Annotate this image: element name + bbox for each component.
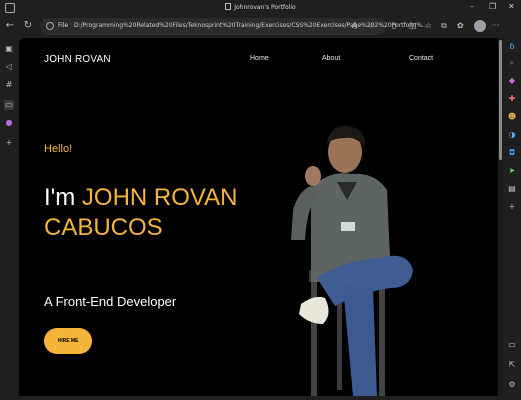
audio-tab-icon[interactable]: ◁ xyxy=(4,62,14,72)
favorite-star-icon[interactable]: ☆ xyxy=(368,21,375,30)
shopping-icon[interactable]: ◆ xyxy=(507,76,517,86)
m365-icon[interactable]: ◑ xyxy=(507,130,517,140)
hide-sidebar-icon[interactable]: ▭ xyxy=(507,340,517,350)
close-icon[interactable]: ✕ xyxy=(508,2,515,11)
split-screen-icon[interactable]: ▯ xyxy=(392,21,396,31)
external-icon[interactable]: ⇱ xyxy=(507,360,517,370)
minimize-icon[interactable]: – xyxy=(470,2,474,11)
hero-role: A Front-End Developer xyxy=(44,294,177,309)
url-scheme-label: File xyxy=(58,22,69,29)
more-menu-icon[interactable]: ··· xyxy=(492,21,500,31)
add-sidebar-icon[interactable]: + xyxy=(507,202,517,212)
settings-gear-icon[interactable]: ⚙ xyxy=(507,380,517,390)
read-aloud-icon[interactable]: A xyxy=(352,21,357,30)
window-title-text: Johnrovan's Portfolio xyxy=(234,4,296,11)
games-icon[interactable]: ☻ xyxy=(507,112,517,122)
page-icon xyxy=(225,3,232,10)
info-icon[interactable] xyxy=(46,22,54,30)
browser-window: Johnrovan's Portfolio – ❐ ✕ ← ↻ File D:/… xyxy=(0,0,521,400)
back-icon[interactable]: ← xyxy=(4,20,16,32)
favorites-icon[interactable]: ☆ xyxy=(425,21,432,31)
hero-headline: I'm JOHN ROVAN CABUCOS xyxy=(44,183,274,243)
headline-prefix: I'm xyxy=(44,184,76,211)
title-bar: Johnrovan's Portfolio – ❐ ✕ xyxy=(0,0,521,16)
hire-me-button[interactable]: HIRE ME xyxy=(44,328,92,354)
navigation-bar: ← ↻ File D:/Programming%20Related%20File… xyxy=(0,16,521,38)
collections-icon[interactable]: ⧉ xyxy=(441,21,447,31)
copilot-icon[interactable]: ɓ xyxy=(507,42,517,52)
nav-about[interactable]: About xyxy=(322,55,340,62)
search-icon[interactable]: ⌕ xyxy=(507,58,517,68)
new-tab-icon[interactable]: + xyxy=(4,138,14,148)
drop-panel-icon[interactable]: ▤ xyxy=(507,184,517,194)
tab-icon[interactable]: # xyxy=(4,80,14,90)
window-title: Johnrovan's Portfolio xyxy=(0,3,521,11)
address-bar[interactable]: File D:/Programming%20Related%20Files/Te… xyxy=(40,18,428,35)
outlook-icon[interactable]: ◘ xyxy=(507,148,517,158)
tab-icon-purple[interactable]: ● xyxy=(4,118,14,128)
scrollbar-thumb[interactable] xyxy=(499,40,502,160)
nav-contact[interactable]: Contact xyxy=(409,55,433,62)
extensions-icon[interactable]: ✿ xyxy=(457,21,464,31)
tab-actions-icon[interactable]: ▣ xyxy=(4,44,14,54)
profile-avatar[interactable] xyxy=(474,20,486,32)
sidebar-toggle-icon[interactable]: ◫ xyxy=(409,21,417,31)
active-tab-icon[interactable]: ▭ xyxy=(4,100,14,110)
edge-sidebar: ɓ ⌕ ◆ ✚ ☻ ◑ ◘ ➤ ▤ + ▭ ⇱ ⚙ xyxy=(503,38,521,400)
drop-icon[interactable]: ➤ xyxy=(507,166,517,176)
profile-photo xyxy=(291,125,413,396)
tools-icon[interactable]: ✚ xyxy=(507,94,517,104)
site-brand[interactable]: JOHN ROVAN xyxy=(44,54,111,65)
vertical-tabs-bar: ▣ ◁ # ▭ ● + xyxy=(0,38,18,400)
page-viewport: JOHN ROVAN Home About Contact Hello! I'm… xyxy=(19,38,498,396)
restore-icon[interactable]: ❐ xyxy=(489,2,496,11)
nav-home[interactable]: Home xyxy=(250,55,269,62)
greeting: Hello! xyxy=(44,143,73,155)
refresh-icon[interactable]: ↻ xyxy=(22,20,34,32)
